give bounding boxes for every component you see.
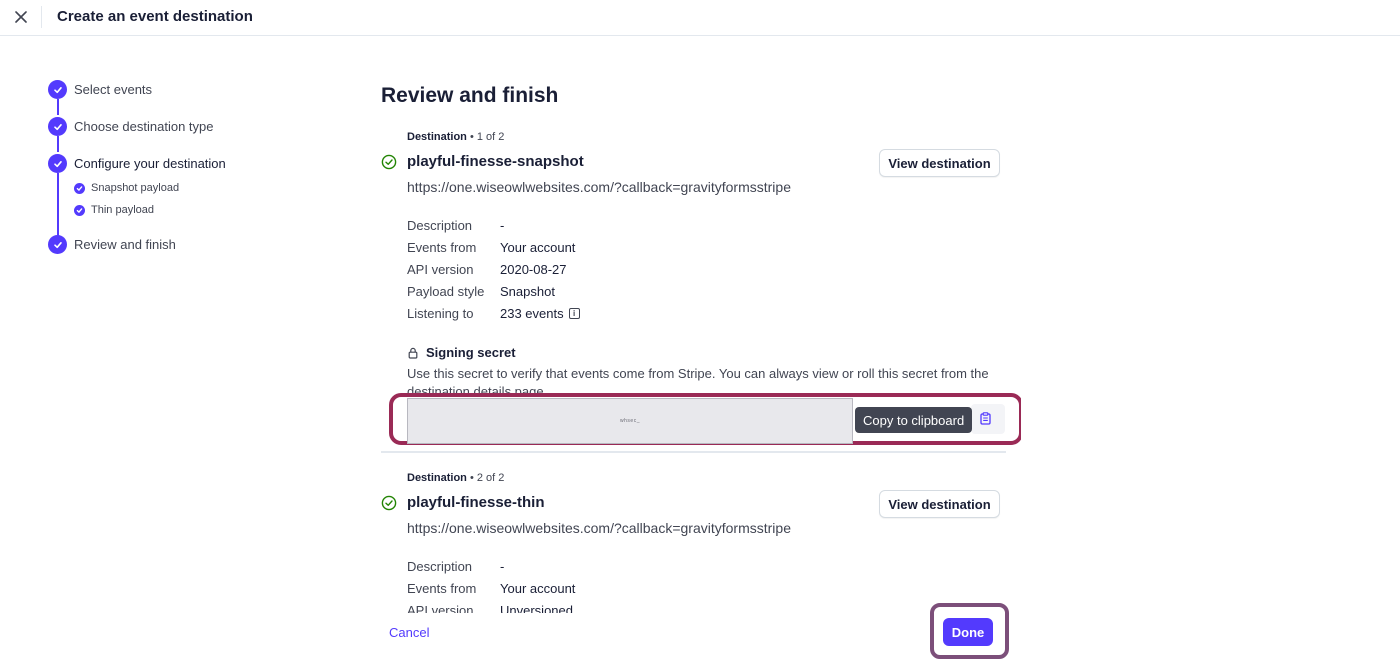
destination-divider xyxy=(381,451,1006,453)
detail-row: Description - xyxy=(407,218,504,233)
check-icon xyxy=(53,241,62,248)
substep-complete-indicator xyxy=(74,204,85,216)
close-icon xyxy=(15,11,27,23)
detail-row: API version Unversioned xyxy=(407,603,573,613)
detail-row: Events from Your account xyxy=(407,581,575,596)
check-icon xyxy=(76,185,83,191)
view-destination-button[interactable]: View destination xyxy=(879,490,1000,518)
step-label: Configure your destination xyxy=(74,156,226,171)
clipboard-icon[interactable] xyxy=(980,412,991,425)
check-circle-icon xyxy=(381,154,397,170)
detail-key: Description xyxy=(407,218,473,233)
detail-key: Description xyxy=(407,559,473,574)
substep-thin-payload[interactable]: Thin payload xyxy=(74,204,154,216)
destination-name: playful-finesse-snapshot xyxy=(407,153,584,170)
detail-row: Listening to 233 events i xyxy=(407,306,580,321)
review-content: Review and finish Destination • 1 of 2 p… xyxy=(381,0,1021,613)
view-destination-button[interactable]: View destination xyxy=(879,149,1000,177)
copy-to-clipboard-tooltip: Copy to clipboard xyxy=(855,407,973,433)
info-icon[interactable]: i xyxy=(568,308,580,319)
check-circle-icon xyxy=(381,495,397,511)
substep-label: Snapshot payload xyxy=(91,182,180,194)
substep-label: Thin payload xyxy=(91,204,154,216)
detail-value: 2020-08-27 xyxy=(500,262,567,277)
stepper-connector xyxy=(57,99,59,115)
step-label: Review and finish xyxy=(74,237,176,252)
destination-meta: Destination • 2 of 2 xyxy=(407,472,505,484)
header-divider xyxy=(41,6,42,28)
step-label: Select events xyxy=(74,82,153,97)
check-icon xyxy=(53,123,62,130)
detail-value: - xyxy=(500,218,505,233)
step-choose-destination-type[interactable]: Choose destination type xyxy=(48,117,213,136)
step-complete-indicator xyxy=(48,235,67,254)
destination-meta-label: Destination xyxy=(407,131,467,143)
detail-key: API version xyxy=(407,262,474,277)
destination-url: https://one.wiseowlwebsites.com/?callbac… xyxy=(407,520,791,536)
detail-key: Listening to xyxy=(407,306,474,321)
stepper-connector xyxy=(57,136,59,152)
detail-value: - xyxy=(500,559,505,574)
destination-meta-count: 1 of 2 xyxy=(476,131,505,143)
detail-value-with-info: 233 events i xyxy=(500,306,580,321)
step-complete-indicator xyxy=(48,154,67,173)
signing-secret-heading: Signing secret xyxy=(407,345,516,360)
signing-secret-masked-value: whsec_ xyxy=(620,418,640,424)
close-button[interactable] xyxy=(10,6,32,28)
check-icon xyxy=(53,86,62,93)
step-select-events[interactable]: Select events xyxy=(48,80,152,99)
signing-secret-description: Use this secret to verify that events co… xyxy=(407,366,989,395)
destination-meta: Destination • 1 of 2 xyxy=(407,131,505,143)
check-icon xyxy=(53,160,62,167)
detail-value: Unversioned xyxy=(500,603,573,613)
destination-name: playful-finesse-thin xyxy=(407,494,545,511)
destination-meta-label: Destination xyxy=(407,472,467,484)
detail-row: Payload style Snapshot xyxy=(407,284,555,299)
detail-key: Events from xyxy=(407,240,477,255)
signing-secret-field[interactable]: whsec_ xyxy=(407,398,853,444)
page-title: Review and finish xyxy=(381,84,559,107)
stepper-connector xyxy=(57,173,59,237)
step-configure-destination[interactable]: Configure your destination xyxy=(48,154,226,173)
listening-to-count: 233 events xyxy=(500,306,564,321)
cancel-button[interactable]: Cancel xyxy=(389,625,429,640)
check-icon xyxy=(76,207,83,213)
lock-icon xyxy=(408,347,418,359)
step-complete-indicator xyxy=(48,80,67,99)
detail-value: Snapshot xyxy=(500,284,555,299)
detail-key: Payload style xyxy=(407,284,485,299)
done-button[interactable]: Done xyxy=(943,618,993,646)
substep-snapshot-payload[interactable]: Snapshot payload xyxy=(74,182,179,194)
detail-row: Events from Your account xyxy=(407,240,575,255)
detail-key: Events from xyxy=(407,581,477,596)
page-header-title: Create an event destination xyxy=(57,8,253,25)
step-complete-indicator xyxy=(48,117,67,136)
destination-meta-count: 2 of 2 xyxy=(476,472,505,484)
detail-key: API version xyxy=(407,603,474,613)
detail-row: API version 2020-08-27 xyxy=(407,262,567,277)
step-label: Choose destination type xyxy=(74,119,214,134)
detail-row: Description - xyxy=(407,559,504,574)
detail-value: Your account xyxy=(500,240,576,255)
substep-complete-indicator xyxy=(74,182,85,194)
signing-secret-title: Signing secret xyxy=(426,345,516,360)
detail-value: Your account xyxy=(500,581,576,596)
destination-url: https://one.wiseowlwebsites.com/?callbac… xyxy=(407,179,791,195)
step-review-and-finish[interactable]: Review and finish xyxy=(48,235,176,254)
